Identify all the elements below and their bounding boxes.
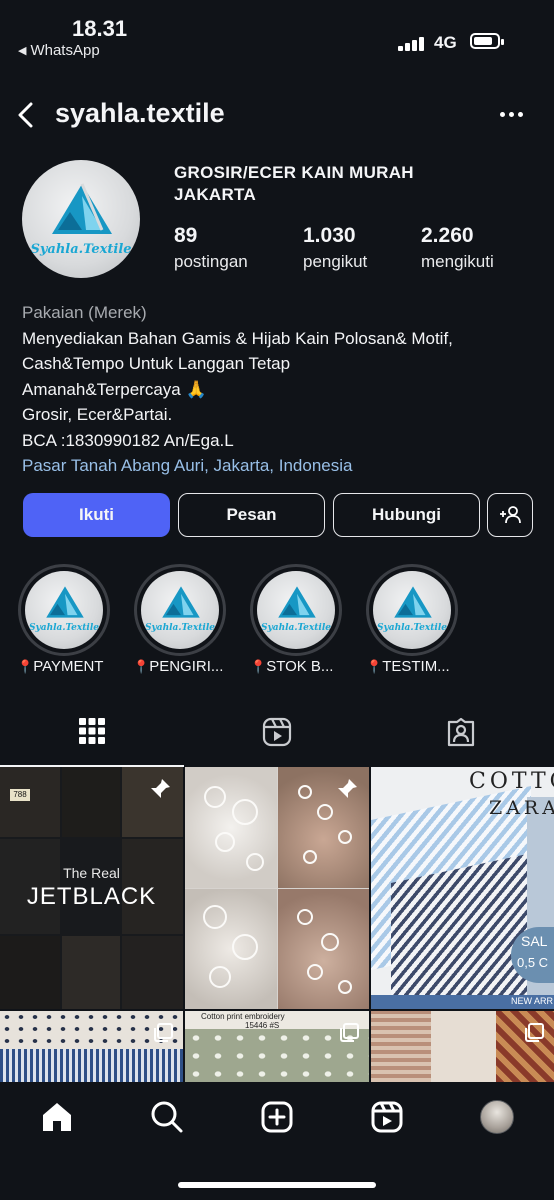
post-thumbnail[interactable] xyxy=(371,1011,554,1082)
stat-posts[interactable]: 89 postingan xyxy=(174,224,248,272)
profile-bio: Pakaian (Merek) Menyediakan Bahan Gamis … xyxy=(22,300,542,479)
lace-pattern xyxy=(203,785,352,994)
follow-button[interactable]: Ikuti xyxy=(23,493,170,537)
profile-avatar[interactable]: Syahla.Textile xyxy=(22,160,140,278)
search-icon[interactable] xyxy=(150,1100,184,1134)
stat-following-label: mengikuti xyxy=(421,252,494,271)
post-thumbnail[interactable]: Cotton print embroidery 15446 #S xyxy=(185,1011,369,1082)
highlight-label[interactable]: 📍PAYMENT xyxy=(17,658,137,675)
signal-icon xyxy=(398,35,428,51)
network-type: 4G xyxy=(434,33,457,52)
stat-followers[interactable]: 1.030 pengikut xyxy=(303,224,367,272)
highlight-stock[interactable]: Syahla.Textile xyxy=(250,564,342,656)
post-text-line2: JETBLACK xyxy=(26,883,157,910)
avatar-logo-text: Syahla.Textile xyxy=(30,242,132,257)
add-person-icon xyxy=(500,506,521,524)
stat-followers-label: pengikut xyxy=(303,252,368,271)
bio-line: Cash&Tempo Untuk Langgan Tetap xyxy=(22,354,291,373)
back-arrow-icon[interactable] xyxy=(12,100,42,130)
profile-category: Pakaian (Merek) xyxy=(22,303,147,322)
highlight-testimonial[interactable]: Syahla.Textile xyxy=(366,564,458,656)
reels-icon[interactable] xyxy=(370,1100,404,1134)
stat-following-value: 2.260 xyxy=(421,224,474,247)
highlight-logo-text: Syahla.Textile xyxy=(377,623,447,633)
suggest-people-button[interactable] xyxy=(487,493,533,537)
contact-button[interactable]: Hubungi xyxy=(333,493,480,537)
more-options-icon[interactable] xyxy=(500,112,523,117)
stat-following[interactable]: 2.260 mengikuti xyxy=(421,224,494,272)
post-thumbnail[interactable] xyxy=(0,1011,183,1082)
pin-icon: 📍 xyxy=(366,659,383,674)
bio-line: BCA :1830990182 An/Ega.L xyxy=(22,430,234,450)
highlight-label[interactable]: 📍PENGIRI... xyxy=(133,658,253,675)
carousel-icon xyxy=(525,1023,544,1042)
post-sale2: 0,5 C xyxy=(517,955,549,970)
post-text-line1: Cotton print embroidery xyxy=(201,1012,285,1021)
post-title1: COTTO xyxy=(469,769,554,794)
pin-icon: 📍 xyxy=(250,659,267,674)
highlight-logo-text: Syahla.Textile xyxy=(145,623,215,633)
brand-logo-icon xyxy=(278,586,316,618)
stat-posts-label: postingan xyxy=(174,252,248,271)
profile-username: syahla.textile xyxy=(55,98,225,128)
status-time: 18.31 xyxy=(72,16,128,41)
highlight-logo-text: Syahla.Textile xyxy=(261,623,331,633)
label-tag: 788 xyxy=(10,789,30,801)
back-triangle-icon: ◀ xyxy=(18,45,27,57)
carousel-icon xyxy=(154,1023,173,1042)
carousel-icon xyxy=(340,1023,359,1042)
tagged-icon[interactable] xyxy=(446,717,476,747)
post-title2: ZARA xyxy=(489,797,554,819)
home-icon[interactable] xyxy=(40,1100,74,1134)
post-footer: NEW ARR xyxy=(511,996,554,1006)
pin-icon: 📍 xyxy=(17,659,34,674)
back-to-app-link[interactable]: ◀ WhatsApp xyxy=(18,42,100,59)
bio-line: Amanah&Terpercaya 🙏 xyxy=(22,379,207,399)
post-thumbnail[interactable]: 788 The Real JETBLACK xyxy=(0,767,183,1009)
create-icon[interactable] xyxy=(260,1100,294,1134)
stat-posts-value: 89 xyxy=(174,224,198,247)
highlight-label[interactable]: 📍TESTIM... xyxy=(366,658,486,675)
highlight-shipping[interactable]: Syahla.Textile xyxy=(134,564,226,656)
brand-logo-icon xyxy=(162,586,200,618)
bio-line: Grosir, Ecer&Partai. xyxy=(22,405,173,424)
bio-line: Menyediakan Bahan Gamis & Hijab Kain Pol… xyxy=(22,328,453,348)
stat-followers-value: 1.030 xyxy=(303,224,356,247)
highlight-payment[interactable]: Syahla.Textile xyxy=(18,564,110,656)
highlight-logo-text: Syahla.Textile xyxy=(29,623,99,633)
highlight-label[interactable]: 📍STOK B... xyxy=(250,658,370,675)
pinned-post-icon xyxy=(151,779,170,798)
grid-icon[interactable] xyxy=(78,717,106,745)
battery-icon xyxy=(470,33,504,49)
back-app-label: WhatsApp xyxy=(30,42,100,59)
pinned-post-icon xyxy=(338,779,357,798)
pin-icon: 📍 xyxy=(133,659,150,674)
message-button[interactable]: Pesan xyxy=(178,493,325,537)
post-sale1: SAL xyxy=(521,933,548,949)
profile-avatar[interactable] xyxy=(480,1100,514,1134)
brand-logo-icon xyxy=(46,586,84,618)
home-indicator xyxy=(178,1182,376,1188)
post-thumbnail[interactable]: COTTO ZARA SAL 0,5 C NEW ARR xyxy=(371,767,554,1009)
brand-logo-icon xyxy=(52,183,112,234)
reels-icon[interactable] xyxy=(262,717,292,747)
brand-logo-icon xyxy=(394,586,432,618)
profile-display-name: GROSIR/ECER KAIN MURAH JAKARTA xyxy=(174,163,414,204)
profile-location-link[interactable]: Pasar Tanah Abang Auri, Jakarta, Indones… xyxy=(22,453,542,479)
post-text-line1: The Real xyxy=(63,865,120,881)
post-thumbnail[interactable] xyxy=(185,767,369,1009)
